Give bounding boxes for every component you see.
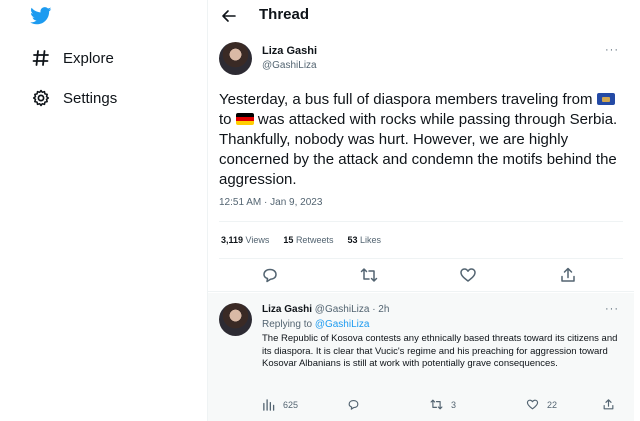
tweet-text-part: to bbox=[219, 111, 236, 128]
sidebar-item-explore[interactable]: Explore bbox=[30, 47, 114, 69]
views-count: 3,119 bbox=[221, 235, 244, 245]
retweets-count: 15 bbox=[283, 235, 294, 245]
reply-text: The Republic of Kosova contests any ethn… bbox=[262, 333, 618, 369]
more-options-icon[interactable]: ··· bbox=[605, 303, 619, 315]
germany-flag-icon bbox=[235, 113, 254, 125]
reply-author-name: Liza Gashi bbox=[262, 304, 313, 315]
retweet-button[interactable]: 3 bbox=[430, 398, 456, 411]
tweet-text-part: was attacked with rocks while passing th… bbox=[219, 111, 618, 188]
sidebar: Explore Settings bbox=[0, 0, 207, 421]
sidebar-item-label: Settings bbox=[63, 89, 118, 107]
tweet-stats: 3,119 Views 15 Retweets 53 Likes bbox=[221, 235, 381, 245]
reply-icon[interactable] bbox=[261, 266, 279, 284]
thread-header: Thread bbox=[208, 0, 634, 32]
retweet-icon[interactable] bbox=[360, 266, 378, 284]
views-label: Views bbox=[245, 235, 270, 245]
divider bbox=[219, 258, 623, 259]
avatar[interactable] bbox=[219, 303, 252, 336]
retweets-stat[interactable]: 15 Retweets bbox=[283, 235, 333, 245]
kosovo-flag-icon bbox=[596, 93, 615, 105]
share-button[interactable] bbox=[602, 398, 615, 411]
like-icon bbox=[526, 399, 539, 410]
reply-tweet[interactable]: Liza Gashi @GashiLiza · 2h ··· Replying … bbox=[208, 293, 634, 421]
thread-panel: Thread Liza Gashi @GashiLiza ··· Yesterd… bbox=[207, 0, 634, 421]
reply-actions: 625 3 22 bbox=[262, 398, 622, 414]
hashtag-icon bbox=[30, 47, 52, 69]
gear-icon bbox=[30, 87, 52, 109]
likes-label: Likes bbox=[360, 235, 382, 245]
like-icon[interactable] bbox=[459, 266, 477, 284]
like-button[interactable]: 22 bbox=[526, 398, 557, 411]
reply-meta: @GashiLiza · 2h bbox=[314, 304, 390, 315]
views-count: 625 bbox=[283, 399, 299, 410]
share-icon[interactable] bbox=[559, 266, 577, 284]
tweet-text-part: Yesterday, a bus full of diaspora member… bbox=[219, 91, 597, 108]
page-title: Thread bbox=[259, 6, 310, 23]
divider bbox=[219, 221, 623, 222]
tweet-timestamp[interactable]: 12:51 AM · Jan 9, 2023 bbox=[219, 197, 322, 208]
analytics-icon bbox=[263, 399, 275, 411]
reply-icon bbox=[348, 399, 359, 410]
likes-count: 53 bbox=[347, 235, 358, 245]
like-count: 22 bbox=[547, 399, 558, 410]
more-options-icon[interactable]: ··· bbox=[605, 44, 619, 56]
reply-author[interactable]: Liza Gashi @GashiLiza · 2h bbox=[262, 304, 389, 315]
retweets-label: Retweets bbox=[295, 235, 334, 245]
divider bbox=[208, 291, 634, 292]
replying-handle-link[interactable]: @GashiLiza bbox=[315, 319, 370, 330]
avatar[interactable] bbox=[219, 42, 252, 75]
tweet-text: Yesterday, a bus full of diaspora member… bbox=[219, 90, 629, 190]
reply-button[interactable] bbox=[347, 398, 368, 411]
retweet-count: 3 bbox=[451, 399, 457, 410]
sidebar-item-settings[interactable]: Settings bbox=[30, 87, 117, 109]
arrow-left-icon[interactable] bbox=[220, 7, 238, 25]
views-button[interactable]: 625 bbox=[262, 398, 298, 411]
retweet-icon bbox=[430, 399, 443, 410]
author-handle[interactable]: @GashiLiza bbox=[262, 60, 317, 71]
views-stat[interactable]: 3,119 Views bbox=[221, 235, 269, 245]
share-icon bbox=[603, 399, 614, 410]
author-name[interactable]: Liza Gashi bbox=[262, 45, 317, 57]
sidebar-item-label: Explore bbox=[63, 49, 114, 67]
replying-prefix: Replying to bbox=[262, 319, 313, 330]
replying-to: Replying to @GashiLiza bbox=[262, 319, 369, 330]
tweet-actions bbox=[208, 266, 634, 286]
twitter-bird-icon[interactable] bbox=[30, 7, 52, 25]
likes-stat[interactable]: 53 Likes bbox=[347, 235, 381, 245]
